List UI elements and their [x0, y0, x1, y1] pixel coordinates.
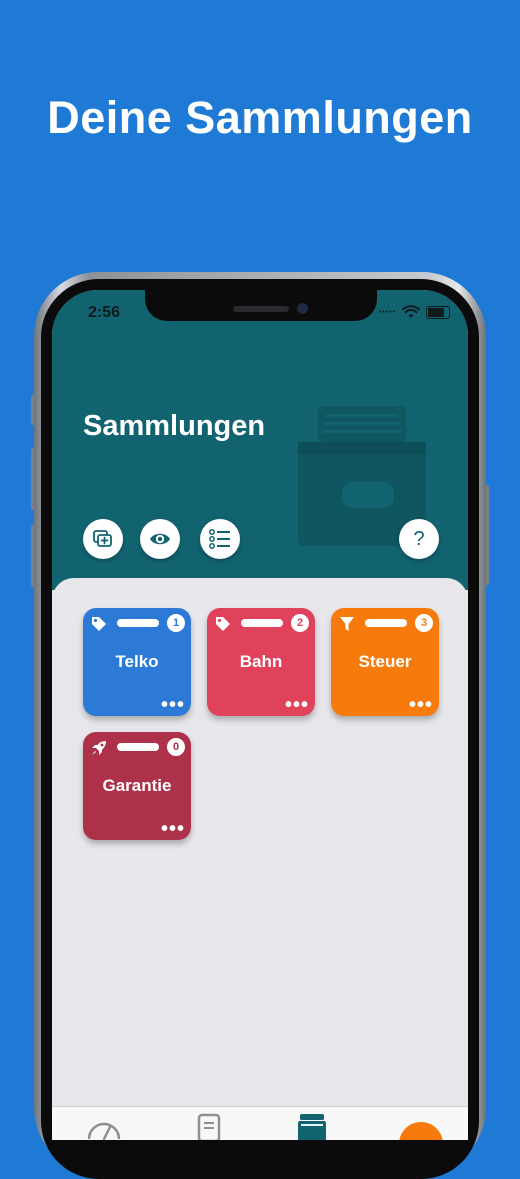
- question-icon: ?: [413, 527, 425, 550]
- collections-header: 2:56 ••••• Sammlungen ?: [52, 290, 468, 590]
- tile-label-placeholder: [117, 743, 159, 751]
- tile-count-badge: 2: [291, 614, 309, 632]
- filter-icon: [340, 617, 354, 631]
- collection-tile-telko[interactable]: 1 Telko •••: [83, 608, 191, 716]
- collection-tile-steuer[interactable]: 3 Steuer •••: [331, 608, 439, 716]
- tile-count-badge: 1: [167, 614, 185, 632]
- tag-icon: [216, 617, 230, 631]
- signal-icon: •••••: [378, 308, 396, 316]
- page-title: Sammlungen: [83, 410, 266, 442]
- tile-label-placeholder: [241, 619, 283, 627]
- wifi-icon: [402, 305, 420, 318]
- phone-notch: [145, 290, 377, 321]
- notch-speaker: [233, 306, 289, 312]
- battery-level: [428, 307, 444, 317]
- checklist-icon: [209, 529, 230, 549]
- battery-icon: [426, 305, 450, 319]
- collection-add-icon: [93, 530, 112, 547]
- collections-sheet: 1 Telko ••• 2 Bahn ••• 3 Steuer ••• 0 Ga…: [52, 578, 468, 1140]
- status-icons: •••••: [379, 304, 450, 320]
- list-button[interactable]: [200, 519, 240, 559]
- tile-label-placeholder: [117, 619, 159, 627]
- orange-action-icon[interactable]: [398, 1119, 444, 1140]
- tab-bar: [52, 1106, 468, 1140]
- collection-tile-garantie[interactable]: 0 Garantie •••: [83, 732, 191, 840]
- tile-count-badge: 0: [167, 738, 185, 756]
- tag-icon: [92, 617, 106, 631]
- notch-camera: [297, 303, 308, 314]
- promo-title: Deine Sammlungen: [47, 92, 473, 143]
- help-button[interactable]: ?: [399, 519, 439, 559]
- collection-tile-bahn[interactable]: 2 Bahn •••: [207, 608, 315, 716]
- rocket-icon: [92, 741, 106, 755]
- more-options-icon[interactable]: •••: [409, 695, 433, 715]
- tile-name: Garantie: [102, 776, 172, 795]
- tile-count-badge: 3: [415, 614, 433, 632]
- more-options-icon[interactable]: •••: [161, 695, 185, 715]
- status-time: 2:56: [88, 304, 121, 321]
- tile-label-placeholder: [365, 619, 407, 627]
- more-options-icon[interactable]: •••: [285, 695, 309, 715]
- tile-name: Steuer: [358, 652, 412, 671]
- add-collection-button[interactable]: [83, 519, 123, 559]
- tile-name: Telko: [115, 652, 159, 671]
- phone-screen: 2:56 ••••• Sammlungen ? 1 Telko ••• 2 Ba…: [52, 290, 468, 1140]
- eye-icon: [150, 533, 170, 545]
- view-button[interactable]: [140, 519, 180, 559]
- tile-name: Bahn: [239, 652, 283, 671]
- more-options-icon[interactable]: •••: [161, 819, 185, 839]
